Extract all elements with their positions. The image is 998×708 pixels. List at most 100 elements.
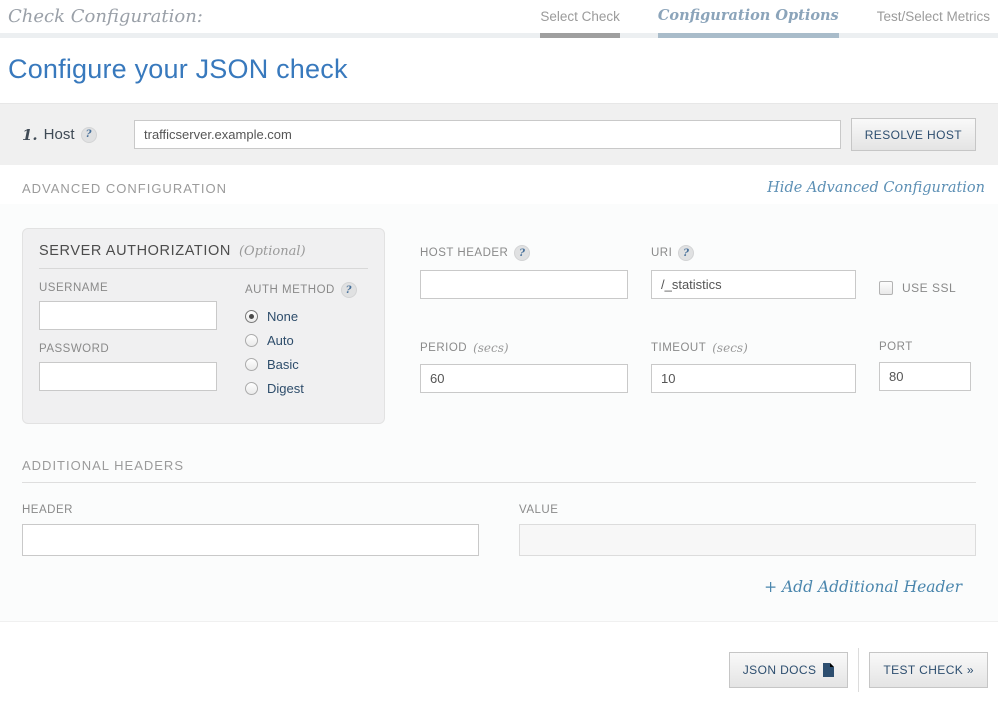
uri-field: URI ? <box>651 245 856 299</box>
header-input[interactable] <box>22 524 479 556</box>
breadcrumb-title: Check Configuration: <box>8 6 203 27</box>
auth-method-label-text: AUTH METHOD <box>245 284 335 296</box>
tab-label: Configuration Options <box>658 7 839 33</box>
timeout-input[interactable] <box>651 364 856 393</box>
test-check-button[interactable]: TEST CHECK » <box>869 652 988 688</box>
footer-actions: JSON DOCS TEST CHECK » <box>0 648 998 692</box>
timeout-unit: (secs) <box>712 341 748 355</box>
port-input[interactable] <box>879 362 971 391</box>
timeout-label: TIMEOUT (secs) <box>651 341 856 355</box>
server-authorization-title-row: SERVER AUTHORIZATION (Optional) <box>39 243 368 259</box>
auth-method-label: AUTH METHOD ? <box>245 282 357 298</box>
period-label-text: PERIOD <box>420 342 467 354</box>
username-input[interactable] <box>39 301 217 330</box>
period-input[interactable] <box>420 364 628 393</box>
use-ssl-label: USE SSL <box>902 281 956 295</box>
server-authorization-columns: USERNAME PASSWORD AUTH METHOD ? <box>39 282 368 405</box>
tab-indicator <box>658 33 839 38</box>
uri-input[interactable] <box>651 270 856 299</box>
uri-help-icon[interactable]: ? <box>678 245 694 261</box>
radio-icon[interactable] <box>245 310 258 323</box>
radio-label: Digest <box>267 381 304 396</box>
host-header-label: HOST HEADER ? <box>420 245 628 261</box>
page-title: Configure your JSON check <box>8 54 998 85</box>
check-fields: HOST HEADER ? URI ? USE <box>420 228 976 393</box>
password-input[interactable] <box>39 362 217 391</box>
value-input[interactable] <box>519 524 976 556</box>
auth-option-basic[interactable]: Basic <box>245 357 357 372</box>
period-field: PERIOD (secs) <box>420 341 628 393</box>
auth-option-none[interactable]: None <box>245 309 357 324</box>
timeout-field: TIMEOUT (secs) <box>651 341 856 393</box>
step-number: 1. <box>22 126 38 144</box>
json-docs-button[interactable]: JSON DOCS <box>729 652 849 688</box>
auth-option-digest[interactable]: Digest <box>245 381 357 396</box>
divider <box>39 268 368 269</box>
timeout-label-text: TIMEOUT <box>651 342 706 354</box>
check-configuration-page: Check Configuration: Select Check Config… <box>0 0 998 708</box>
optional-label: (Optional) <box>239 244 306 259</box>
uri-label: URI ? <box>651 245 856 261</box>
tab-test-select-metrics[interactable]: Test/Select Metrics <box>877 9 990 38</box>
port-label-text: PORT <box>879 341 913 353</box>
host-section: 1. Host ? RESOLVE HOST <box>0 103 998 165</box>
port-field: PORT <box>879 341 976 393</box>
radio-label: Auto <box>267 333 294 348</box>
period-unit: (secs) <box>473 341 509 355</box>
radio-icon[interactable] <box>245 358 258 371</box>
host-field-label: 1. Host ? <box>22 126 134 144</box>
host-header-input[interactable] <box>420 270 628 299</box>
add-header-row: + Add Additional Header <box>22 578 976 597</box>
uri-label-text: URI <box>651 247 672 259</box>
additional-headers-label: ADDITIONAL HEADERS <box>22 458 976 473</box>
credentials-column: USERNAME PASSWORD <box>39 282 217 405</box>
json-docs-button-label: JSON DOCS <box>743 663 817 677</box>
wizard-tabs: Select Check Configuration Options Test/… <box>502 7 990 38</box>
auth-method-column: AUTH METHOD ? None Auto <box>245 282 357 405</box>
host-label-text: Host <box>44 126 75 143</box>
fields-row-1: HOST HEADER ? URI ? USE <box>420 245 976 299</box>
value-field: VALUE <box>519 504 976 556</box>
port-label: PORT <box>879 341 976 353</box>
radio-icon[interactable] <box>245 382 258 395</box>
tab-indicator <box>877 33 990 38</box>
tab-indicator <box>540 33 620 38</box>
server-authorization-title: SERVER AUTHORIZATION <box>39 243 231 259</box>
additional-headers-fields: HEADER VALUE <box>22 504 976 556</box>
use-ssl-checkbox[interactable] <box>879 281 893 295</box>
value-label: VALUE <box>519 504 976 516</box>
auth-method-help-icon[interactable]: ? <box>341 282 357 298</box>
add-additional-header-link[interactable]: + Add Additional Header <box>764 578 962 596</box>
footer-divider <box>858 648 859 692</box>
host-help-icon[interactable]: ? <box>81 127 97 143</box>
radio-label: Basic <box>267 357 299 372</box>
tab-label: Select Check <box>540 9 620 33</box>
advanced-configuration-header: ADVANCED CONFIGURATION Hide Advanced Con… <box>0 180 998 196</box>
resolve-host-button[interactable]: RESOLVE HOST <box>851 118 976 151</box>
server-authorization-box: SERVER AUTHORIZATION (Optional) USERNAME… <box>22 228 385 424</box>
advanced-configuration-label: ADVANCED CONFIGURATION <box>22 181 227 196</box>
hide-advanced-configuration-link[interactable]: Hide Advanced Configuration <box>767 180 985 196</box>
advanced-configuration-row: SERVER AUTHORIZATION (Optional) USERNAME… <box>22 228 976 424</box>
advanced-configuration-body: SERVER AUTHORIZATION (Optional) USERNAME… <box>0 204 998 622</box>
radio-icon[interactable] <box>245 334 258 347</box>
host-header-field: HOST HEADER ? <box>420 245 628 299</box>
header-field: HEADER <box>22 504 479 556</box>
auth-option-auto[interactable]: Auto <box>245 333 357 348</box>
password-label: PASSWORD <box>39 343 217 355</box>
username-label: USERNAME <box>39 282 217 294</box>
additional-headers-section: ADDITIONAL HEADERS HEADER VALUE + Add Ad… <box>22 458 976 597</box>
divider <box>22 482 976 483</box>
document-icon <box>823 663 834 677</box>
period-label: PERIOD (secs) <box>420 341 628 355</box>
radio-label: None <box>267 309 298 324</box>
header-label: HEADER <box>22 504 479 516</box>
fields-row-2: PERIOD (secs) TIMEOUT (secs) <box>420 341 976 393</box>
host-input[interactable] <box>134 120 841 149</box>
tab-select-check[interactable]: Select Check <box>540 9 620 38</box>
tab-label: Test/Select Metrics <box>877 9 990 33</box>
auth-method-radio-group: None Auto Basic <box>245 309 357 396</box>
tab-configuration-options[interactable]: Configuration Options <box>658 7 839 38</box>
host-header-help-icon[interactable]: ? <box>514 245 530 261</box>
host-header-label-text: HOST HEADER <box>420 247 508 259</box>
